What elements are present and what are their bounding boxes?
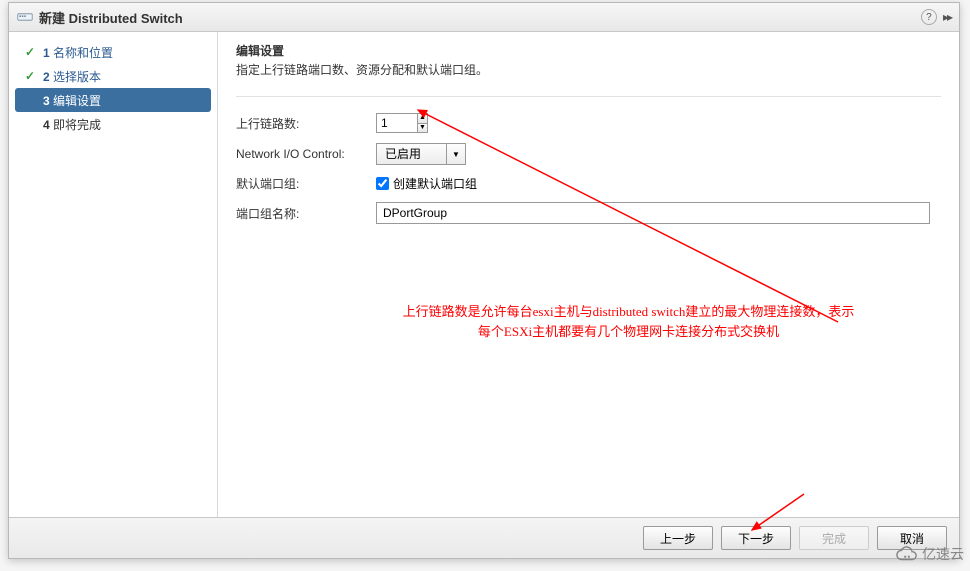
help-button[interactable]: ? [921,9,937,25]
row-default-pg: 默认端口组: 创建默认端口组 [236,175,941,192]
finish-button: 完成 [799,526,869,550]
step-label: 4 即将完成 [43,116,101,133]
titlebar: 新建 Distributed Switch ? ▸▸ [9,3,959,32]
nioc-label: Network I/O Control: [236,147,376,161]
dialog: 新建 Distributed Switch ? ▸▸ ✓ 1 名称和位置 ✓ 2… [8,2,960,559]
step-ready-complete[interactable]: ✓ 4 即将完成 [9,112,217,136]
step-label: 2 选择版本 [43,68,101,85]
row-uplinks: 上行链路数: ▲ ▼ [236,113,941,133]
wizard-sidebar: ✓ 1 名称和位置 ✓ 2 选择版本 ✓ 3 编辑设置 ✓ 4 即将完成 [9,32,218,517]
default-pg-checkbox[interactable] [376,177,389,190]
nioc-value: 已启用 [376,143,446,165]
chevron-down-icon[interactable]: ▼ [446,143,466,165]
check-icon: ✓ [23,69,37,83]
default-pg-label: 默认端口组: [236,175,376,192]
nioc-dropdown[interactable]: 已启用 ▼ [376,143,466,165]
check-icon: ✓ [23,45,37,59]
window-title: 新建 Distributed Switch [39,8,183,27]
expand-button[interactable]: ▸▸ [943,10,951,24]
row-pg-name: 端口组名称: [236,202,941,224]
step-name-location[interactable]: ✓ 1 名称和位置 [9,40,217,64]
uplinks-stepper[interactable]: ▲ ▼ [376,113,428,133]
next-button[interactable]: 下一步 [721,526,791,550]
uplinks-label: 上行链路数: [236,115,376,132]
section-title: 编辑设置 [236,42,941,59]
section-desc: 指定上行链路端口数、资源分配和默认端口组。 [236,61,941,78]
step-label: 1 名称和位置 [43,44,113,61]
spinner-up-icon[interactable]: ▲ [418,114,427,124]
default-pg-checkbox-label: 创建默认端口组 [393,175,477,192]
cancel-button[interactable]: 取消 [877,526,947,550]
dialog-body: ✓ 1 名称和位置 ✓ 2 选择版本 ✓ 3 编辑设置 ✓ 4 即将完成 编辑设… [9,32,959,517]
pg-name-input[interactable] [376,202,930,224]
step-label: 3 编辑设置 [43,92,101,109]
main-panel: 编辑设置 指定上行链路端口数、资源分配和默认端口组。 上行链路数: ▲ ▼ Ne… [218,32,959,517]
uplinks-input[interactable] [376,113,417,133]
divider [236,96,941,97]
back-button[interactable]: 上一步 [643,526,713,550]
step-edit-settings[interactable]: ✓ 3 编辑设置 [15,88,211,112]
spinner-down-icon[interactable]: ▼ [418,124,427,133]
footer: 上一步 下一步 完成 取消 [9,517,959,558]
annotation-text: 上行链路数是允许每台esxi主机与distributed switch建立的最大… [318,302,939,341]
pg-name-label: 端口组名称: [236,205,376,222]
switch-icon [17,11,33,23]
row-nioc: Network I/O Control: 已启用 ▼ [236,143,941,165]
step-select-version[interactable]: ✓ 2 选择版本 [9,64,217,88]
